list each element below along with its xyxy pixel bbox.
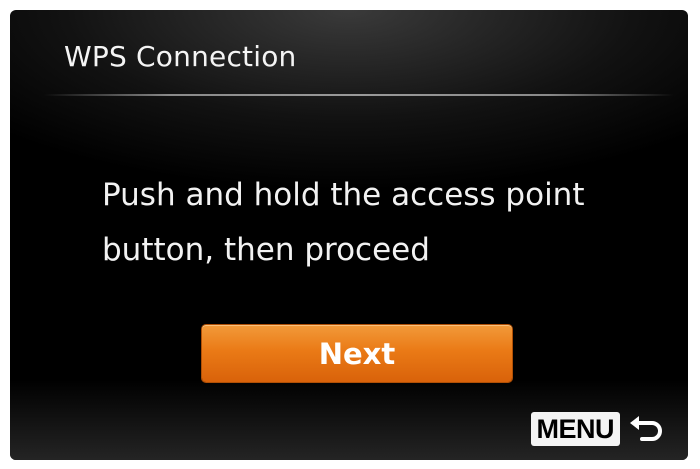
instruction-message: Push and hold the access point button, t… <box>102 168 662 278</box>
instruction-line-1: Push and hold the access point <box>102 177 585 213</box>
menu-back-control[interactable]: MENU <box>530 412 667 446</box>
instruction-line-2: button, then proceed <box>102 232 430 268</box>
menu-key-label: MENU <box>530 412 620 446</box>
next-button[interactable]: Next <box>202 325 512 382</box>
header-divider <box>44 94 674 96</box>
screen-title: WPS Connection <box>64 40 297 73</box>
return-arrow-icon <box>626 412 666 446</box>
camera-screen: WPS Connection Push and hold the access … <box>10 10 688 460</box>
